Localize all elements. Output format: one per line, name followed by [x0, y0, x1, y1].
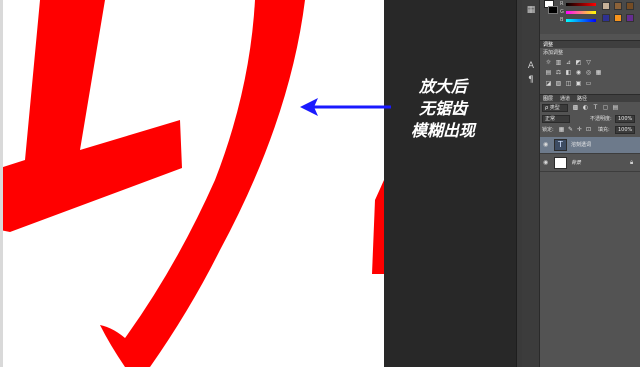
panels-column: R G B 调整 添加调整 ☼ ▥ ⊿ ◩ ▽ ▤ ⚖ ◧ ◉ ◎ ▦ ◪ ▨ …: [540, 0, 640, 367]
annotation-line-2: 无锯齿: [418, 99, 467, 118]
panel-tool-strip: ▦ A ¶: [522, 0, 540, 367]
swatch-4[interactable]: [602, 14, 610, 22]
layer-name[interactable]: 溶刻透词: [571, 142, 591, 148]
layer-row-text[interactable]: ◉ T 溶刻透词: [540, 137, 640, 154]
color-panel: R G B: [540, 0, 640, 34]
brightness-icon[interactable]: ☼: [545, 59, 552, 66]
layers-empty-area: [540, 175, 640, 367]
selective-color-icon[interactable]: ▣: [575, 80, 582, 87]
slider-label-r: R: [560, 1, 564, 7]
green-slider[interactable]: [566, 11, 596, 14]
tab-channels[interactable]: 通道: [560, 96, 570, 102]
lock-all-icon[interactable]: ⊡: [585, 126, 592, 133]
curves-icon[interactable]: ⊿: [565, 59, 572, 66]
character-tool-button[interactable]: A: [524, 60, 538, 72]
fill-label: 填充:: [598, 127, 610, 133]
lock-image-icon[interactable]: ✎: [567, 126, 574, 133]
visibility-eye-icon[interactable]: ◉: [543, 142, 548, 148]
canvas-left-edge: [0, 0, 3, 367]
fill-field[interactable]: 100%: [615, 126, 635, 134]
blend-mode-select[interactable]: 正常: [542, 115, 570, 123]
photo-filter-icon[interactable]: ◉: [575, 69, 582, 76]
exposure-icon[interactable]: ◩: [575, 59, 582, 66]
tab-adjustments[interactable]: 调整: [543, 42, 553, 48]
document-canvas[interactable]: [0, 0, 384, 367]
filter-smart-icon[interactable]: ▤: [612, 104, 619, 111]
add-adjustment-label: 添加调整: [543, 50, 564, 56]
threshold-icon[interactable]: ◫: [565, 80, 572, 87]
swatch-6[interactable]: [626, 14, 634, 22]
type-layer-thumb-icon: T: [554, 139, 567, 151]
filter-pixel-icon[interactable]: ▩: [572, 104, 579, 111]
swatch-2[interactable]: [614, 2, 622, 10]
lock-icon: 🔒︎: [630, 159, 634, 166]
layer-filter-select[interactable]: ρ 类型: [542, 104, 568, 112]
filter-shape-icon[interactable]: ▢: [602, 104, 609, 111]
slider-label-b: B: [560, 17, 564, 23]
hue-sat-icon[interactable]: ▤: [545, 69, 552, 76]
paragraph-tool-button[interactable]: ¶: [524, 74, 538, 86]
tab-layers[interactable]: 图层: [543, 96, 553, 102]
bw-icon[interactable]: ◧: [565, 69, 572, 76]
pasteboard: [384, 0, 516, 367]
layer-name[interactable]: 背景: [571, 160, 581, 166]
layer-row-background[interactable]: ◉ 背景 🔒︎: [540, 155, 640, 172]
glyph-stroke-right: [372, 180, 384, 274]
lock-transparent-icon[interactable]: ▦: [558, 126, 565, 133]
posterize-icon[interactable]: ▨: [555, 80, 562, 87]
visibility-eye-icon[interactable]: ◉: [543, 160, 548, 166]
swatch-1[interactable]: [602, 2, 610, 10]
tab-paths[interactable]: 路径: [577, 96, 587, 102]
annotation-line-3: 模糊出现: [410, 121, 475, 140]
opacity-field[interactable]: 100%: [615, 115, 635, 123]
background-color-swatch[interactable]: [548, 6, 558, 14]
slider-label-g: G: [560, 9, 564, 15]
blue-slider[interactable]: [566, 19, 596, 22]
invert-icon[interactable]: ◪: [545, 80, 552, 87]
opacity-label: 不透明度:: [590, 116, 612, 122]
vibrance-icon[interactable]: ▽: [585, 59, 592, 66]
color-lookup-icon[interactable]: ▦: [595, 69, 602, 76]
swatch-5[interactable]: [614, 14, 622, 22]
annotation-arrow-icon: [300, 98, 391, 116]
filter-type-icon[interactable]: T: [592, 104, 599, 111]
lock-label: 锁定:: [542, 127, 554, 133]
background-layer-thumb: [554, 157, 567, 169]
gradient-icon[interactable]: ▭: [585, 80, 592, 87]
color-balance-icon[interactable]: ⚖: [555, 69, 562, 76]
glyph-stroke-left-vertical: [0, 0, 182, 232]
channel-mixer-icon[interactable]: ◎: [585, 69, 592, 76]
annotation-line-1: 放大后: [418, 77, 467, 96]
annotation-text: 放大后 无锯齿 模糊出现: [388, 76, 498, 142]
filter-adjust-icon[interactable]: ◐: [582, 104, 589, 111]
adjustments-tabbar: 调整: [540, 40, 640, 48]
zoomed-glyph: [0, 0, 384, 367]
levels-icon[interactable]: ▥: [555, 59, 562, 66]
swatch-3[interactable]: [626, 2, 634, 10]
lock-position-icon[interactable]: ✛: [576, 126, 583, 133]
glyph-stroke-main: [120, 0, 305, 367]
red-slider[interactable]: [566, 3, 596, 6]
layers-tabbar: 图层 通道 路径: [540, 94, 640, 102]
history-icon[interactable]: ▦: [524, 4, 538, 16]
